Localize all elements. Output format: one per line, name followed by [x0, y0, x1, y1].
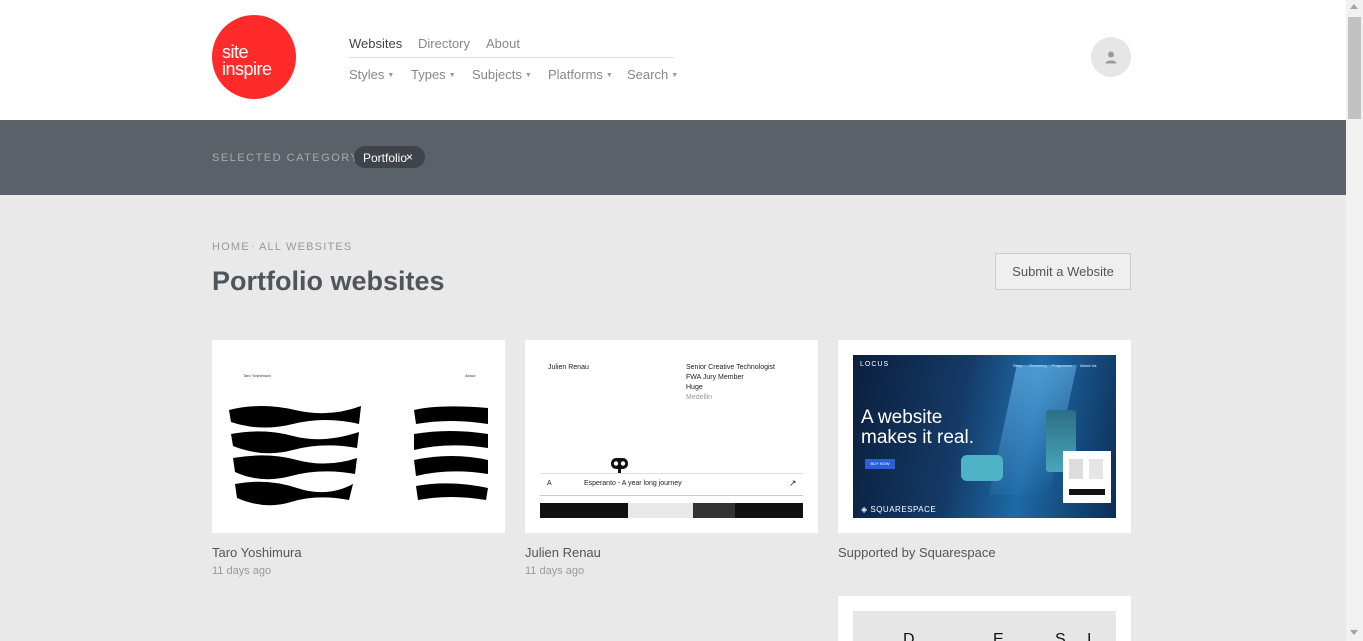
nav-platforms-dropdown[interactable]: Platforms ▼ — [548, 67, 613, 82]
caret-down-icon: ▼ — [605, 72, 613, 79]
nav-styles-dropdown[interactable]: Styles ▼ — [349, 67, 394, 82]
nav-types-label: Types — [411, 67, 446, 82]
ad-headline: makes it real. — [861, 427, 974, 448]
arrow-up-right-icon: ↗ — [789, 478, 797, 488]
ad-image: LOCUS Shop Grooming Fragrances About Us … — [853, 355, 1116, 518]
preview-letter: E — [993, 631, 1004, 641]
nav-websites[interactable]: Websites — [349, 36, 402, 51]
preview-thumb — [540, 503, 628, 518]
ad-menu-item: About Us — [1080, 363, 1097, 368]
ad-product-thumb — [1069, 459, 1083, 479]
submit-website-button[interactable]: Submit a Website — [995, 253, 1131, 290]
preview-role-line: Senior Creative Technologist — [686, 364, 775, 371]
zebra-artwork-right — [410, 402, 490, 507]
mascot-icon — [611, 458, 628, 473]
preview-role-line: Huge — [686, 384, 703, 391]
caret-down-icon: ▼ — [524, 72, 532, 79]
ad-bottle — [961, 455, 1003, 481]
sponsor-ad-card[interactable]: LOCUS Shop Grooming Fragrances About Us … — [838, 340, 1131, 533]
ad-brand: LOCUS — [860, 361, 890, 368]
category-bar — [0, 120, 1346, 195]
ad-sponsor-name: SQUARESPACE — [870, 505, 937, 514]
site-card-date: 11 days ago — [212, 565, 272, 577]
site-card-taro-yoshimura[interactable]: Taro Yoshimura About — [212, 340, 505, 533]
nav-subjects-label: Subjects — [472, 67, 522, 82]
site-preview-image: D E S I — [853, 611, 1116, 641]
preview-divider — [540, 473, 803, 474]
zebra-artwork-left — [227, 402, 362, 507]
squarespace-icon: ◈ — [861, 505, 871, 514]
preview-location: Medellin — [686, 394, 713, 401]
nav-about[interactable]: About — [486, 36, 520, 51]
logo-text-line2: inspire — [222, 59, 272, 79]
nav-styles-label: Styles — [349, 67, 385, 82]
scrollbar-thumb[interactable] — [1348, 17, 1361, 119]
scroll-down-arrow-icon[interactable] — [1350, 630, 1358, 635]
preview-thumb — [628, 503, 693, 518]
preview-divider — [540, 495, 803, 496]
nav-directory[interactable]: Directory — [418, 36, 470, 51]
preview-link: About — [465, 373, 476, 378]
preview-thumb — [735, 503, 803, 518]
user-icon — [1105, 51, 1117, 64]
preview-site-name: Taro Yoshimura — [243, 373, 271, 378]
site-card-julien-renau[interactable]: Julien Renau Senior Creative Technologis… — [525, 340, 818, 533]
ad-sponsor-logo: ◈ SQUARESPACE — [861, 505, 936, 514]
site-header: site inspire Websites Directory About St… — [0, 0, 1346, 120]
site-card-title[interactable]: Julien Renau — [525, 545, 601, 560]
sponsor-ad-caption[interactable]: Supported by Squarespace — [838, 545, 996, 560]
site-card-date: 11 days ago — [525, 565, 585, 577]
site-card-partial[interactable]: D E S I — [838, 596, 1131, 641]
preview-project-title: Esperanto - A year long journey — [584, 480, 682, 487]
nav-subjects-dropdown[interactable]: Subjects ▼ — [472, 67, 532, 82]
ad-product-button — [1069, 489, 1105, 495]
primary-nav: Websites Directory About — [349, 34, 674, 58]
nav-types-dropdown[interactable]: Types ▼ — [411, 67, 456, 82]
ad-headline: A website — [861, 407, 943, 428]
preview-thumb — [693, 503, 735, 518]
vertical-scrollbar[interactable] — [1346, 0, 1363, 641]
breadcrumb-all-websites[interactable]: ALL WEBSITES — [259, 241, 352, 253]
breadcrumb-separator: · — [251, 240, 255, 252]
caret-down-icon: ▼ — [671, 72, 679, 79]
preview-site-name: Julien Renau — [548, 364, 589, 371]
site-card-title[interactable]: Taro Yoshimura — [212, 545, 302, 560]
ad-product-thumb — [1089, 459, 1103, 479]
scroll-up-arrow-icon[interactable] — [1350, 4, 1358, 9]
selected-category-label: SELECTED CATEGORY — [212, 152, 360, 164]
caret-down-icon: ▼ — [387, 72, 395, 79]
category-pill-portfolio[interactable]: Portfolio × — [354, 146, 425, 168]
nav-platforms-label: Platforms — [548, 67, 603, 82]
nav-search-label: Search — [627, 67, 669, 82]
ad-product-panel — [1063, 451, 1111, 503]
siteinspire-logo[interactable]: site inspire — [212, 15, 296, 99]
preview-letter: I — [1087, 631, 1092, 641]
preview-role-line: FWA Jury Member — [686, 374, 744, 381]
user-avatar-button[interactable] — [1091, 37, 1131, 77]
preview-letter: D — [903, 631, 915, 641]
close-icon[interactable]: × — [406, 150, 413, 164]
page-title: Portfolio websites — [212, 266, 445, 296]
nav-search-dropdown[interactable]: Search ▼ — [627, 67, 678, 82]
preview-letter: S — [1055, 631, 1066, 641]
breadcrumb-home[interactable]: HOME — [212, 241, 250, 253]
category-pill-label: Portfolio — [363, 151, 408, 165]
caret-down-icon: ▼ — [448, 72, 456, 79]
preview-letter: A — [547, 480, 552, 487]
ad-cta: BUY NOW — [865, 459, 895, 469]
